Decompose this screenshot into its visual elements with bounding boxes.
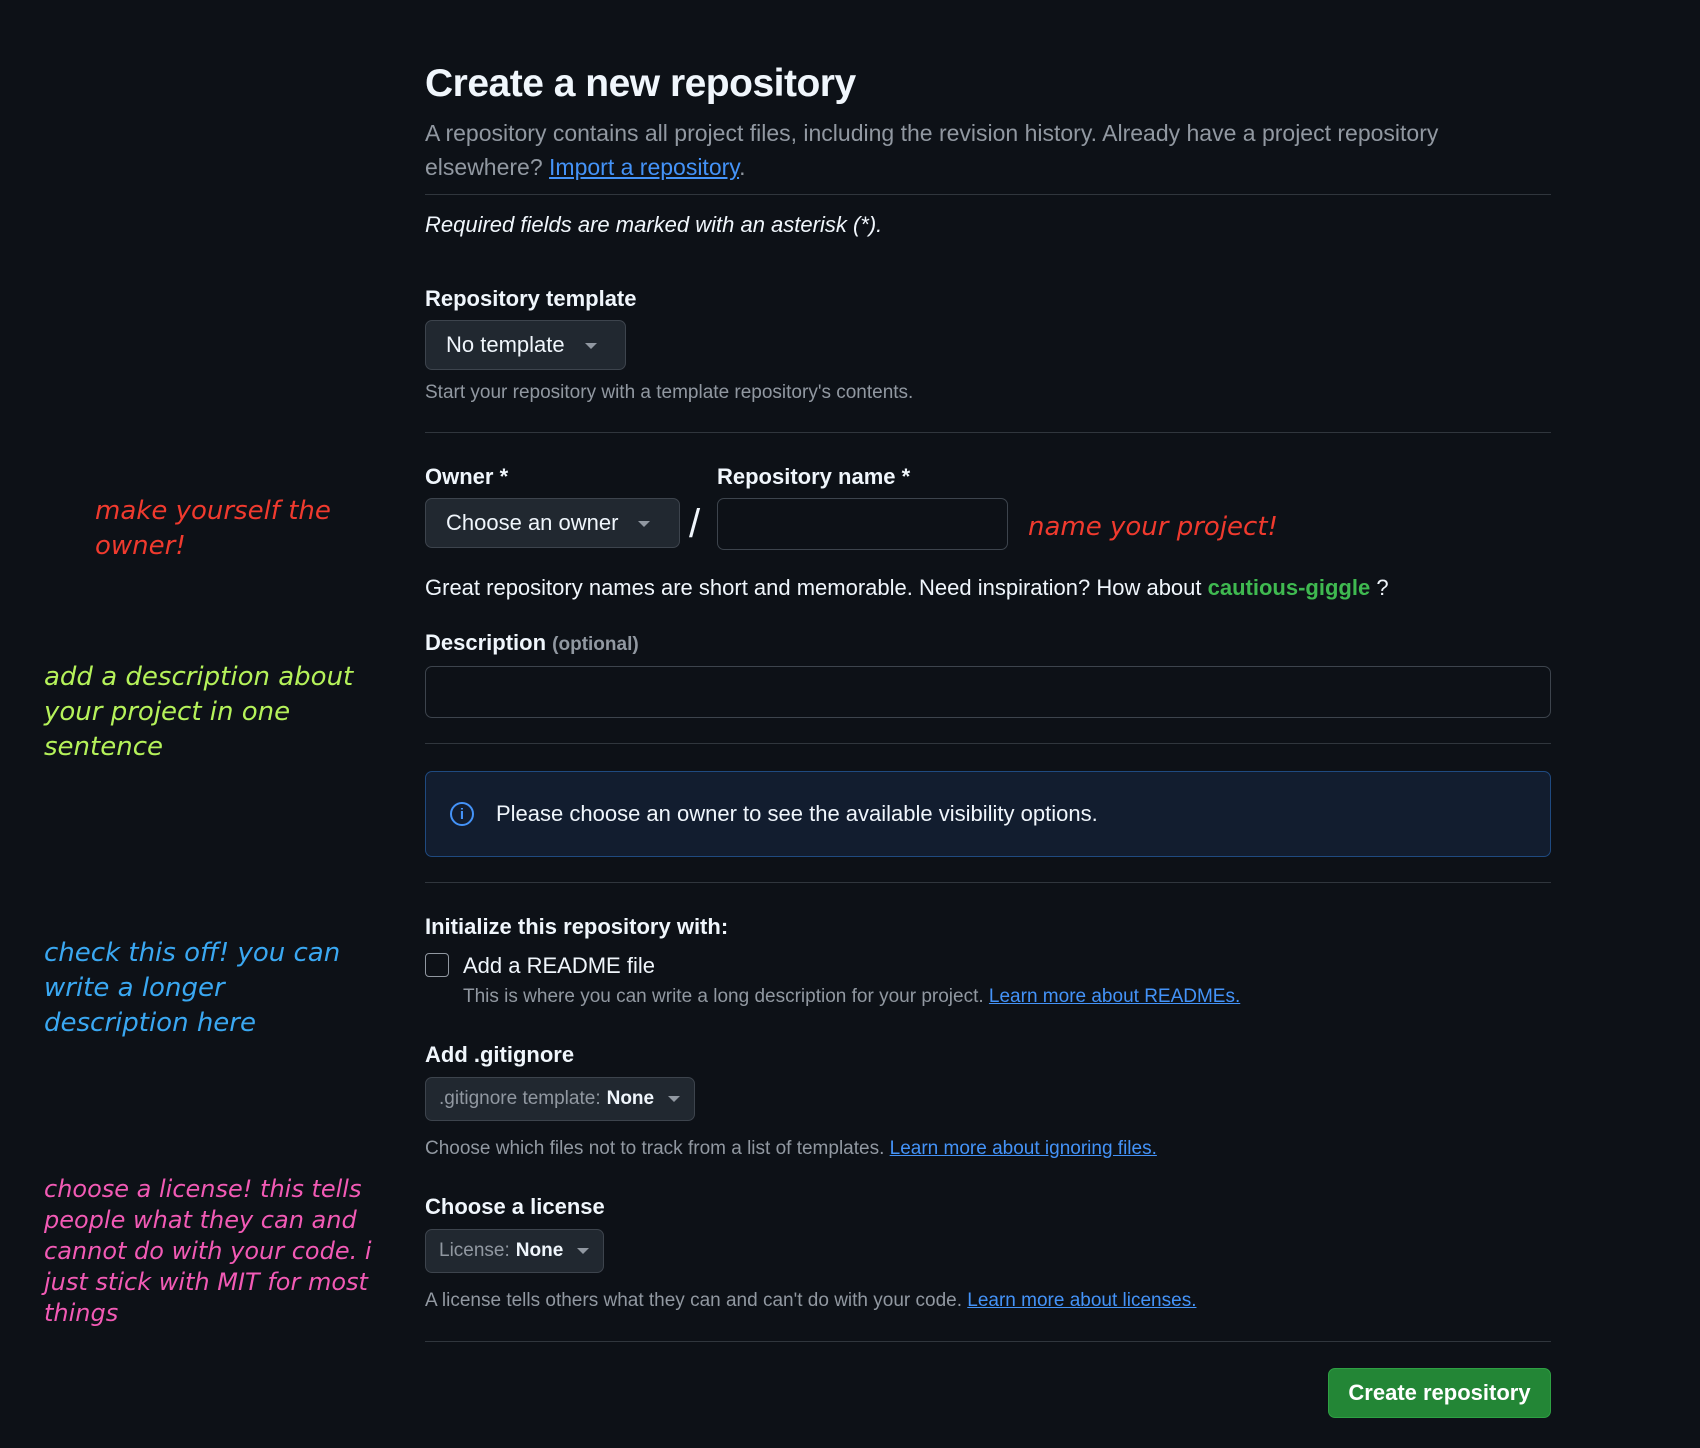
repository-name-inspiration: Great repository names are short and mem… (425, 575, 1389, 601)
learn-more-readmes-link[interactable]: Learn more about READMEs. (989, 986, 1240, 1007)
chevron-down-icon (668, 1096, 681, 1102)
description-input[interactable] (425, 666, 1551, 718)
info-icon: i (450, 802, 474, 826)
license-dropdown[interactable]: License: None (425, 1229, 605, 1273)
gitignore-label: Add .gitignore (425, 1042, 575, 1067)
suggested-name[interactable]: cautious-giggle (1208, 575, 1371, 600)
page-title: Create a new repository (425, 62, 856, 105)
import-repository-link[interactable]: Import a repository (549, 154, 739, 180)
repository-name-label: Repository name * (717, 464, 911, 489)
chevron-down-icon (577, 1248, 590, 1254)
description-label: Description (optional) (425, 630, 639, 656)
annotation-owner-note: make yourself the owner! (95, 496, 331, 561)
owner-dropdown[interactable]: Choose an owner (425, 498, 680, 548)
learn-more-licenses-link[interactable]: Learn more about licenses. (967, 1290, 1196, 1311)
visibility-info-banner: i Please choose an owner to see the avai… (425, 771, 1551, 857)
annotation-description-note: add a description about your project in … (44, 662, 354, 762)
gitignore-dropdown-value: None (606, 1088, 655, 1109)
template-hint: Start your repository with a template re… (425, 382, 914, 403)
chevron-down-icon (584, 343, 597, 349)
divider (425, 743, 1551, 744)
description-label-text: Description (425, 630, 547, 655)
learn-more-ignoring-files-link[interactable]: Learn more about ignoring files. (890, 1138, 1157, 1159)
inspiration-suffix: ? (1370, 575, 1389, 600)
readme-checkbox-label[interactable]: Add a README file (463, 953, 655, 979)
license-dropdown-prefix: License: (439, 1240, 510, 1261)
create-repository-button[interactable]: Create repository (1328, 1368, 1551, 1418)
annotation-readme-note: check this off! you can write a longer d… (44, 938, 341, 1038)
repository-name-input[interactable] (717, 498, 1008, 550)
divider (425, 882, 1551, 883)
license-hint-text: A license tells others what they can and… (425, 1290, 962, 1311)
owner-name-separator: / (689, 502, 701, 546)
template-label: Repository template (425, 286, 637, 311)
divider (425, 194, 1551, 195)
divider (425, 1341, 1551, 1342)
gitignore-hint: Choose which files not to track from a l… (425, 1138, 1157, 1160)
annotation-license-note: choose a license! this tells people what… (44, 1175, 372, 1327)
page-subtitle: A repository contains all project files,… (425, 116, 1505, 184)
inspiration-text: Great repository names are short and mem… (425, 575, 1202, 600)
license-dropdown-value: None (515, 1240, 564, 1261)
required-fields-note: Required fields are marked with an aster… (425, 212, 883, 237)
description-optional-tag: (optional) (552, 634, 639, 655)
chevron-down-icon (638, 521, 651, 527)
template-dropdown[interactable]: No template (425, 320, 626, 370)
owner-label: Owner * (425, 464, 509, 489)
divider (425, 432, 1551, 433)
owner-dropdown-label: Choose an owner (446, 510, 619, 535)
template-dropdown-label: No template (446, 332, 565, 357)
visibility-info-text: Please choose an owner to see the availa… (496, 801, 1098, 826)
readme-hint-text: This is where you can write a long descr… (463, 986, 984, 1007)
subtitle-end: . (739, 154, 746, 180)
readme-hint: This is where you can write a long descr… (463, 986, 1240, 1008)
license-hint: A license tells others what they can and… (425, 1290, 1196, 1312)
gitignore-hint-text: Choose which files not to track from a l… (425, 1138, 885, 1159)
gitignore-dropdown[interactable]: .gitignore template: None (425, 1077, 696, 1121)
gitignore-dropdown-prefix: .gitignore template: (439, 1088, 601, 1109)
initialize-heading: Initialize this repository with: (425, 914, 729, 939)
annotation-name-note: name your project! (1028, 512, 1278, 542)
readme-checkbox[interactable] (425, 953, 449, 977)
license-label: Choose a license (425, 1194, 605, 1219)
